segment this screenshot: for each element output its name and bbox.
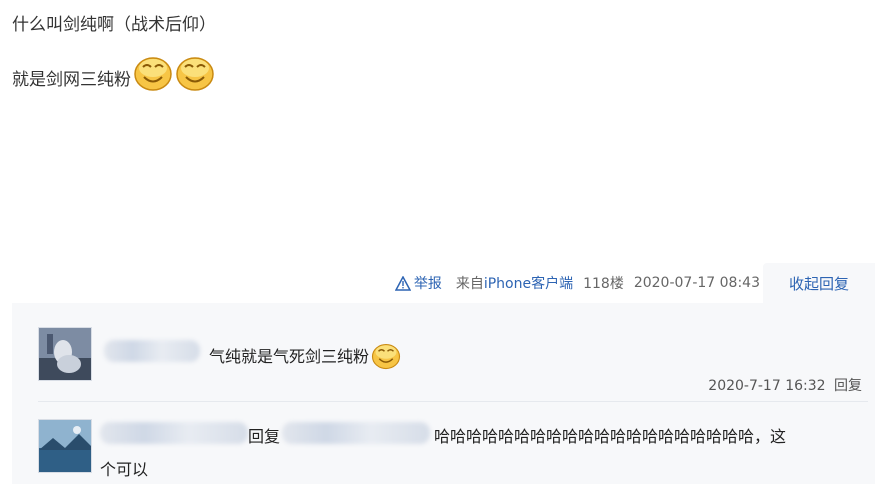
reply-text-label: 气纯就是气死剑三纯粉 bbox=[209, 347, 370, 366]
smiley-emoji-icon bbox=[134, 57, 172, 91]
post-meta-bar: 举报 来自iPhone客户端 118楼 2020-07-17 08:43 bbox=[0, 268, 760, 298]
post-text-line2: 就是剑网三纯粉 bbox=[12, 52, 215, 92]
report-link[interactable]: 举报 bbox=[394, 273, 442, 293]
smiley-emoji-icon bbox=[176, 57, 214, 91]
blurred-username[interactable] bbox=[100, 422, 248, 444]
source-device-link[interactable]: iPhone客户端 bbox=[484, 276, 573, 292]
floor-number: 118楼 bbox=[583, 276, 624, 292]
avatar[interactable] bbox=[38, 327, 92, 381]
post-timestamp: 2020-07-17 08:43 bbox=[633, 275, 760, 291]
reply-button[interactable]: 回复 bbox=[834, 378, 862, 394]
reply-timestamp: 2020-7-17 16:32 bbox=[708, 378, 826, 394]
avatar-image bbox=[39, 420, 91, 472]
warning-icon bbox=[394, 275, 411, 291]
blurred-username[interactable] bbox=[104, 340, 200, 362]
blurred-username[interactable] bbox=[282, 422, 430, 444]
reply-panel: 气纯就是气死剑三纯粉 2020-7-17 16:32 回复 回复 哈哈哈哈哈哈哈… bbox=[12, 303, 875, 484]
post-source: 来自iPhone客户端 bbox=[456, 273, 573, 293]
reply-text-line2: 个可以 bbox=[100, 460, 149, 479]
avatar-image bbox=[39, 328, 91, 380]
reply-text: 气纯就是气死剑三纯粉 bbox=[209, 340, 401, 370]
reply-word: 回复 bbox=[248, 427, 281, 446]
post-text-line2-label: 就是剑网三纯粉 bbox=[12, 70, 131, 90]
report-label: 举报 bbox=[413, 276, 442, 292]
smiley-emoji-icon bbox=[371, 343, 401, 370]
avatar[interactable] bbox=[38, 419, 92, 473]
reply-text: 回复 哈哈哈哈哈哈哈哈哈哈哈哈哈哈哈哈哈哈哈哈，这 个可以 bbox=[100, 422, 860, 479]
reply-text-line1: 哈哈哈哈哈哈哈哈哈哈哈哈哈哈哈哈哈哈哈哈，这 bbox=[434, 427, 787, 446]
post-text-line1: 什么叫剑纯啊（战术后仰） bbox=[12, 15, 216, 35]
divider bbox=[38, 401, 868, 402]
source-prefix: 来自 bbox=[455, 276, 484, 292]
collapse-replies-button[interactable]: 收起回复 bbox=[763, 263, 875, 303]
reply-meta: 2020-7-17 16:32 回复 bbox=[708, 375, 862, 395]
